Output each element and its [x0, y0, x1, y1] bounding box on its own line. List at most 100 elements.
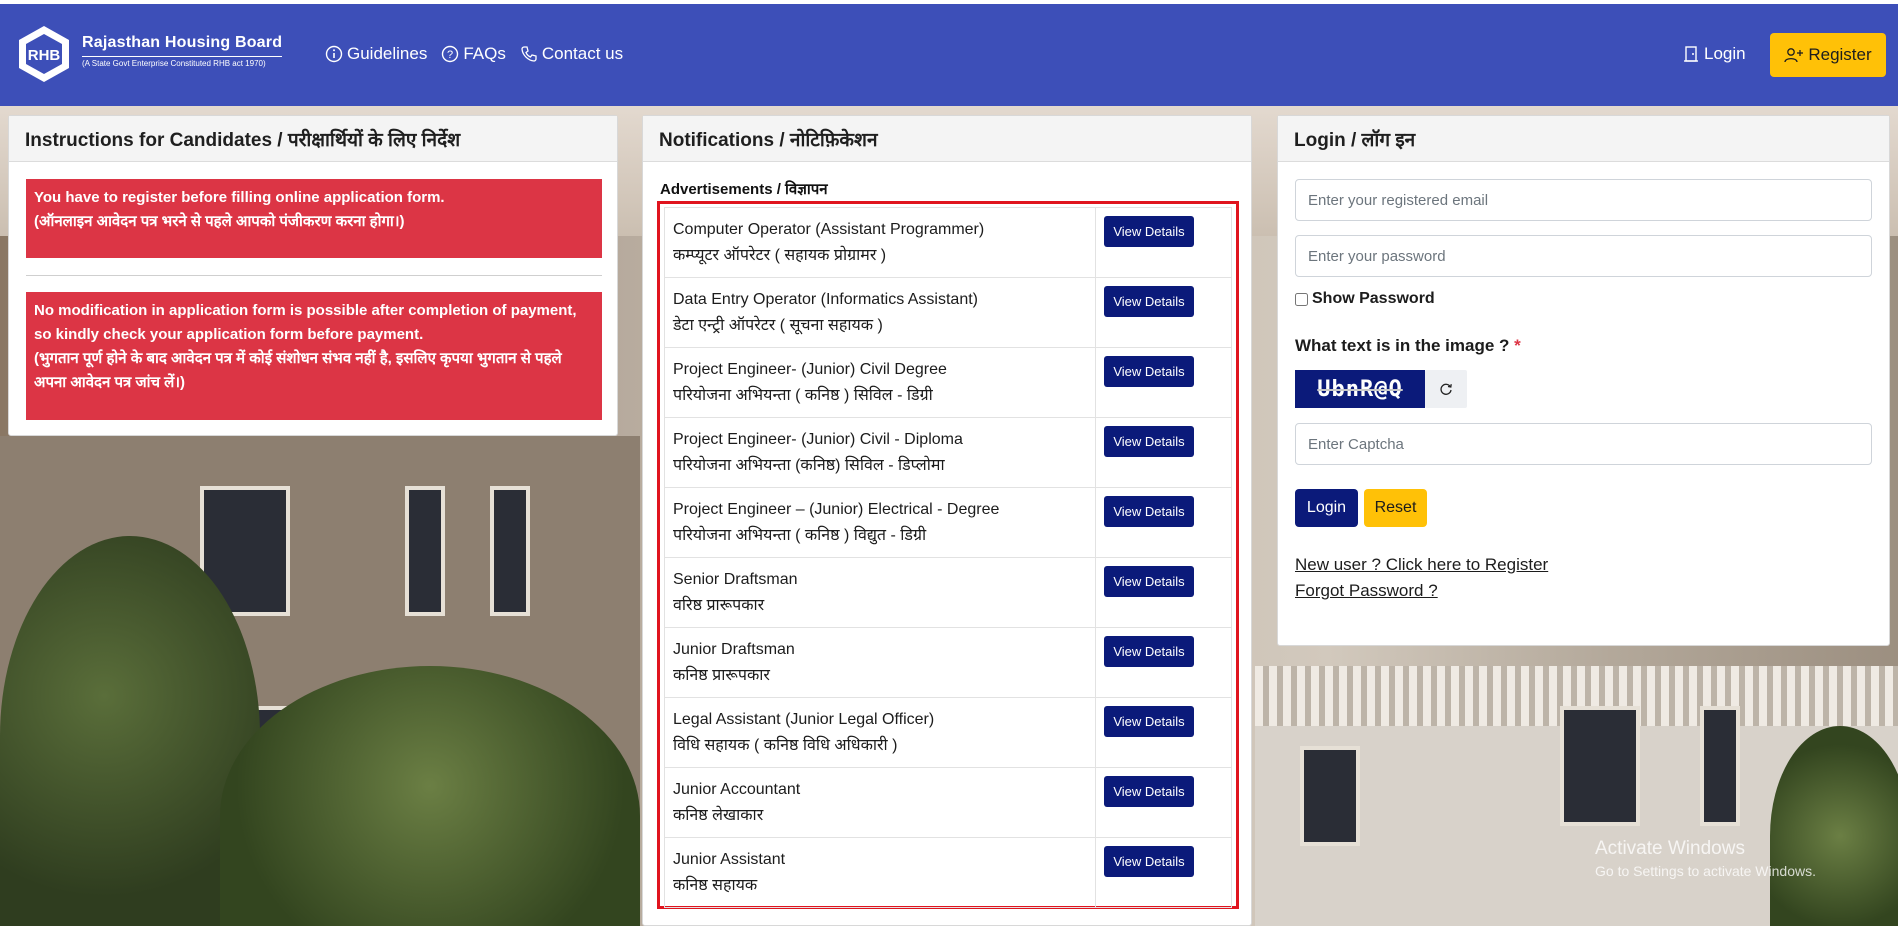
notifications-title: Notifications / नोटिफ़िकेशन: [643, 116, 1251, 162]
adv-title-en: Computer Operator (Assistant Programmer): [673, 221, 985, 238]
alert2-line3: (भुगतान पूर्ण होने के बाद आवेदन पत्र में…: [34, 350, 562, 367]
adv-title-hi: कनिष्ठ प्रारूपकार: [673, 667, 770, 684]
header-register-label: Register: [1808, 45, 1872, 64]
svg-text:?: ?: [447, 49, 453, 61]
divider: [26, 275, 602, 276]
view-details-button[interactable]: View Details: [1104, 776, 1194, 807]
forgot-password-link[interactable]: Forgot Password ?: [1295, 581, 1438, 601]
view-details-button[interactable]: View Details: [1104, 356, 1194, 387]
table-row: Project Engineer- (Junior) Civil - Diplo…: [664, 417, 1232, 488]
instructions-card: Instructions for Candidates / परीक्षार्थ…: [8, 115, 618, 436]
adv-title-hi: परियोजना अभियन्ता ( कनिष्ठ ) सिविल - डिग…: [673, 387, 933, 404]
table-row: Computer Operator (Assistant Programmer)…: [664, 207, 1232, 278]
view-details-button[interactable]: View Details: [1104, 636, 1194, 667]
required-asterisk: *: [1514, 336, 1521, 355]
phone-icon: [521, 46, 537, 62]
view-details-button[interactable]: View Details: [1104, 216, 1194, 247]
table-row: Junior Assistant कनिष्ठ सहायक View Detai…: [664, 837, 1232, 908]
adv-title-hi: परियोजना अभियन्ता ( कनिष्ठ ) विद्युत - ड…: [673, 527, 927, 544]
table-row: Project Engineer- (Junior) Civil Degree …: [664, 347, 1232, 418]
header-register-button[interactable]: Register: [1770, 33, 1886, 77]
rhb-logo[interactable]: RHB: [14, 24, 74, 84]
adv-title-en: Junior Accountant: [673, 781, 801, 798]
logo-text: RHB: [28, 47, 61, 64]
view-details-button[interactable]: View Details: [1104, 566, 1194, 597]
view-details-button[interactable]: View Details: [1104, 846, 1194, 877]
adv-title-hi: वरिष्ठ प्रारूपकार: [673, 597, 765, 614]
adv-title-en: Senior Draftsman: [673, 571, 798, 588]
nav-guidelines-label: Guidelines: [347, 44, 428, 63]
captcha-input[interactable]: [1295, 423, 1872, 465]
notifications-card: Notifications / नोटिफ़िकेशन Advertisemen…: [642, 115, 1252, 926]
nav-guidelines[interactable]: Guidelines: [325, 44, 427, 64]
login-title: Login / लॉग इन: [1278, 116, 1889, 162]
show-password-checkbox[interactable]: [1295, 292, 1308, 306]
view-details-button[interactable]: View Details: [1104, 496, 1194, 527]
show-password-toggle[interactable]: Show Password: [1295, 290, 1435, 308]
person-add-icon: [1784, 48, 1804, 63]
brand-title: Rajasthan Housing Board: [82, 34, 283, 51]
email-field[interactable]: [1295, 179, 1872, 221]
table-row: Junior Accountant कनिष्ठ लेखाकार View De…: [664, 767, 1232, 838]
adv-title-hi: विधि सहायक ( कनिष्ठ विधि अधिकारी ): [673, 737, 898, 754]
brand-subtitle: (A State Govt Enterprise Constituted RHB…: [82, 56, 283, 68]
adv-title-en: Junior Draftsman: [673, 641, 795, 658]
nav-faqs-label: FAQs: [463, 44, 506, 63]
nav-contact[interactable]: Contact us: [520, 44, 623, 64]
view-details-button[interactable]: View Details: [1104, 706, 1194, 737]
watermark-line1: Activate Windows: [1595, 838, 1745, 859]
table-row: Data Entry Operator (Informatics Assista…: [664, 277, 1232, 348]
captcha-question-text: What text is in the image ?: [1295, 336, 1510, 355]
info-circle-icon: [325, 45, 343, 63]
advertisements-table: Computer Operator (Assistant Programmer)…: [664, 207, 1232, 908]
question-circle-icon: ?: [442, 45, 459, 63]
alert1-line1: You have to register before filling onli…: [34, 189, 445, 206]
table-row: Junior Draftsman कनिष्ठ प्रारूपकार View …: [664, 627, 1232, 698]
refresh-icon: [1440, 383, 1452, 395]
instructions-title: Instructions for Candidates / परीक्षार्थ…: [9, 116, 617, 162]
header-login-link[interactable]: Login: [1683, 44, 1746, 64]
header-login-label: Login: [1704, 44, 1746, 63]
password-field[interactable]: [1295, 235, 1872, 277]
alert1-line2: (ऑनलाइन आवेदन पत्र भरने से पहले आपको पंज…: [34, 213, 405, 230]
login-card: Login / लॉग इन Show Password What text i…: [1277, 115, 1890, 646]
table-row: Project Engineer – (Junior) Electrical -…: [664, 487, 1232, 558]
adv-title-en: Project Engineer- (Junior) Civil Degree: [673, 361, 947, 378]
adv-title-hi: कनिष्ठ सहायक: [673, 877, 758, 894]
register-link[interactable]: New user ? Click here to Register: [1295, 555, 1548, 575]
adv-title-en: Legal Assistant (Junior Legal Officer): [673, 711, 935, 728]
door-icon: [1684, 46, 1698, 62]
no-modification-alert: No modification in application form is p…: [26, 292, 602, 420]
login-button[interactable]: Login: [1295, 489, 1358, 527]
adv-title-en: Project Engineer – (Junior) Electrical -…: [673, 501, 1000, 518]
advertisements-list: Computer Operator (Assistant Programmer)…: [657, 201, 1239, 909]
captcha-image: UbnR@Q: [1295, 370, 1425, 408]
nav-contact-label: Contact us: [541, 44, 624, 63]
register-first-alert: You have to register before filling onli…: [26, 179, 602, 258]
top-navbar: RHB Rajasthan Housing Board (A State Gov…: [0, 4, 1898, 106]
refresh-captcha-button[interactable]: [1425, 370, 1467, 408]
adv-title-en: Project Engineer- (Junior) Civil - Diplo…: [673, 431, 963, 448]
adv-title-en: Junior Assistant: [673, 851, 786, 868]
view-details-button[interactable]: View Details: [1104, 286, 1194, 317]
show-password-label: Show Password: [1312, 290, 1435, 307]
alert2-line1: No modification in application form is p…: [34, 302, 577, 319]
table-row: Senior Draftsman वरिष्ठ प्रारूपकार View …: [664, 557, 1232, 628]
alert2-line4: अपना आवेदन पत्र जांच लें।): [34, 374, 186, 391]
adv-title-en: Data Entry Operator (Informatics Assista…: [673, 291, 978, 308]
advertisements-label: Advertisements / विज्ञापन: [660, 181, 828, 198]
adv-title-hi: डेटा एन्ट्री ऑपरेटर ( सूचना सहायक ): [673, 317, 883, 334]
watermark-line2: Go to Settings to activate Windows.: [1595, 863, 1816, 879]
table-row: Legal Assistant (Junior Legal Officer) व…: [664, 697, 1232, 768]
activate-windows-watermark: Activate Windows Go to Settings to activ…: [1595, 838, 1816, 879]
nav-faqs[interactable]: ? FAQs: [441, 44, 506, 64]
alert2-line2: so kindly check your application form be…: [34, 326, 424, 343]
main-nav: Guidelines ? FAQs Contact us: [325, 44, 623, 64]
adv-title-hi: परियोजना अभियन्ता (कनिष्ठ) सिविल - डिप्ल…: [673, 457, 945, 474]
view-details-button[interactable]: View Details: [1104, 426, 1194, 457]
adv-title-hi: कम्प्यूटर ऑपरेटर ( सहायक प्रोग्रामर ): [673, 247, 887, 264]
reset-button[interactable]: Reset: [1364, 489, 1427, 527]
brand[interactable]: Rajasthan Housing Board (A State Govt En…: [82, 34, 283, 68]
captcha-question: What text is in the image ? *: [1295, 336, 1521, 356]
adv-title-hi: कनिष्ठ लेखाकार: [673, 807, 764, 824]
